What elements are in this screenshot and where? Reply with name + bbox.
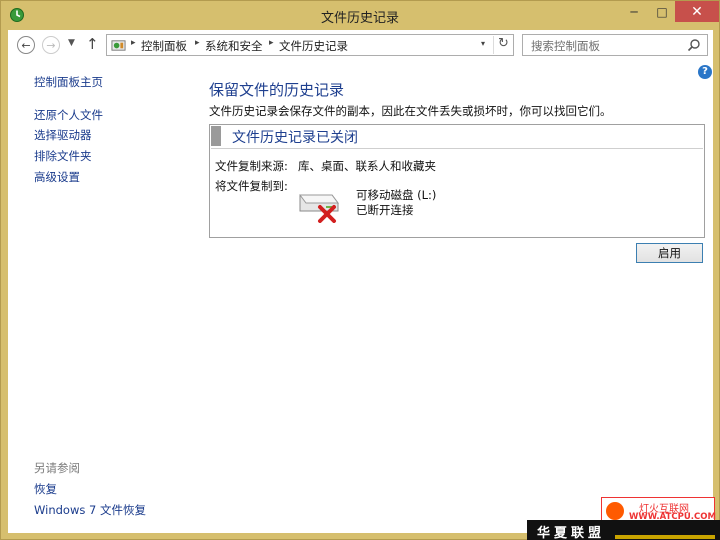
breadcrumb-system-security[interactable]: 系统和安全 (205, 38, 263, 54)
help-icon[interactable]: ? (698, 65, 712, 79)
breadcrumb-separator: ▸ (195, 38, 200, 48)
see-also-heading: 另请参阅 (34, 461, 80, 475)
status-panel: 文件历史记录已关闭 文件复制来源: 库、桌面、联系人和收藏夹 将文件复制到: 可… (209, 124, 705, 238)
sidebar-link-windows7-file-recovery[interactable]: Windows 7 文件恢复 (34, 502, 146, 518)
close-button[interactable]: ✕ (675, 1, 719, 22)
minimize-button[interactable]: ─ (621, 1, 647, 22)
control-panel-icon (111, 40, 126, 51)
up-button[interactable]: ↑ (86, 35, 99, 53)
page-title: 保留文件的历史记录 (209, 81, 345, 99)
address-bar[interactable]: ▸ 控制面板 ▸ 系统和安全 ▸ 文件历史记录 ▾ ↻ (106, 34, 514, 56)
search-box[interactable]: 搜索控制面板 (522, 34, 708, 56)
sidebar-link-recovery[interactable]: 恢复 (34, 481, 57, 497)
page-description: 文件历史记录会保存文件的副本，因此在文件丢失或损坏时，你可以找回它们。 (209, 104, 612, 118)
breadcrumb-separator: ▸ (269, 38, 274, 48)
watermark-banner: 华夏联盟 (527, 520, 720, 540)
status-title: 文件历史记录已关闭 (232, 130, 358, 146)
search-input[interactable]: 搜索控制面板 (531, 38, 600, 54)
address-dropdown-icon[interactable]: ▾ (481, 39, 485, 48)
copy-source-value: 库、桌面、联系人和收藏夹 (298, 159, 436, 173)
back-button[interactable]: ← (17, 36, 35, 54)
divider (211, 148, 703, 149)
sidebar-link-exclude-folders[interactable]: 排除文件夹 (34, 148, 92, 164)
sidebar-link-control-panel-home[interactable]: 控制面板主页 (34, 74, 103, 90)
refresh-icon[interactable]: ↻ (493, 36, 513, 54)
drive-status: 已断开连接 (356, 203, 414, 217)
breadcrumb-control-panel[interactable]: 控制面板 (141, 38, 187, 54)
enable-button[interactable]: 启用 (636, 243, 703, 263)
watermark-banner-text: 华夏联盟 (537, 526, 606, 540)
status-indicator (211, 126, 221, 146)
watermark-banner-stripe (615, 535, 715, 539)
copy-target-label: 将文件复制到: (215, 179, 288, 193)
window-title: 文件历史记录 (320, 11, 399, 26)
drive-name: 可移动磁盘 (L:) (356, 188, 437, 202)
breadcrumb-separator: ▸ (131, 38, 136, 48)
forward-button[interactable]: → (42, 36, 60, 54)
recent-locations-dropdown[interactable]: ▼ (68, 38, 75, 48)
title-bar[interactable]: 文件历史记录 ─ □ ✕ (1, 1, 719, 29)
maximize-button[interactable]: □ (649, 1, 675, 22)
client-area: ← → ▼ ↑ ▸ 控制面板 ▸ 系统和安全 ▸ 文件历史记录 ▾ ↻ 搜索控制… (8, 30, 713, 533)
copy-source-label: 文件复制来源: (215, 159, 288, 173)
sidebar-link-select-drive[interactable]: 选择驱动器 (34, 127, 92, 143)
breadcrumb-file-history[interactable]: 文件历史记录 (279, 38, 348, 54)
window: 文件历史记录 ─ □ ✕ ← → ▼ ↑ ▸ 控制面板 ▸ 系统和安全 ▸ 文件… (0, 0, 720, 540)
search-icon[interactable] (687, 38, 701, 52)
watermark-logo-icon (606, 502, 624, 520)
disconnected-drive-icon (299, 194, 339, 223)
sidebar-link-restore-personal-files[interactable]: 还原个人文件 (34, 107, 103, 123)
sidebar-link-advanced-settings[interactable]: 高级设置 (34, 169, 80, 185)
navigation-bar: ← → ▼ ↑ ▸ 控制面板 ▸ 系统和安全 ▸ 文件历史记录 ▾ ↻ 搜索控制… (8, 30, 713, 60)
